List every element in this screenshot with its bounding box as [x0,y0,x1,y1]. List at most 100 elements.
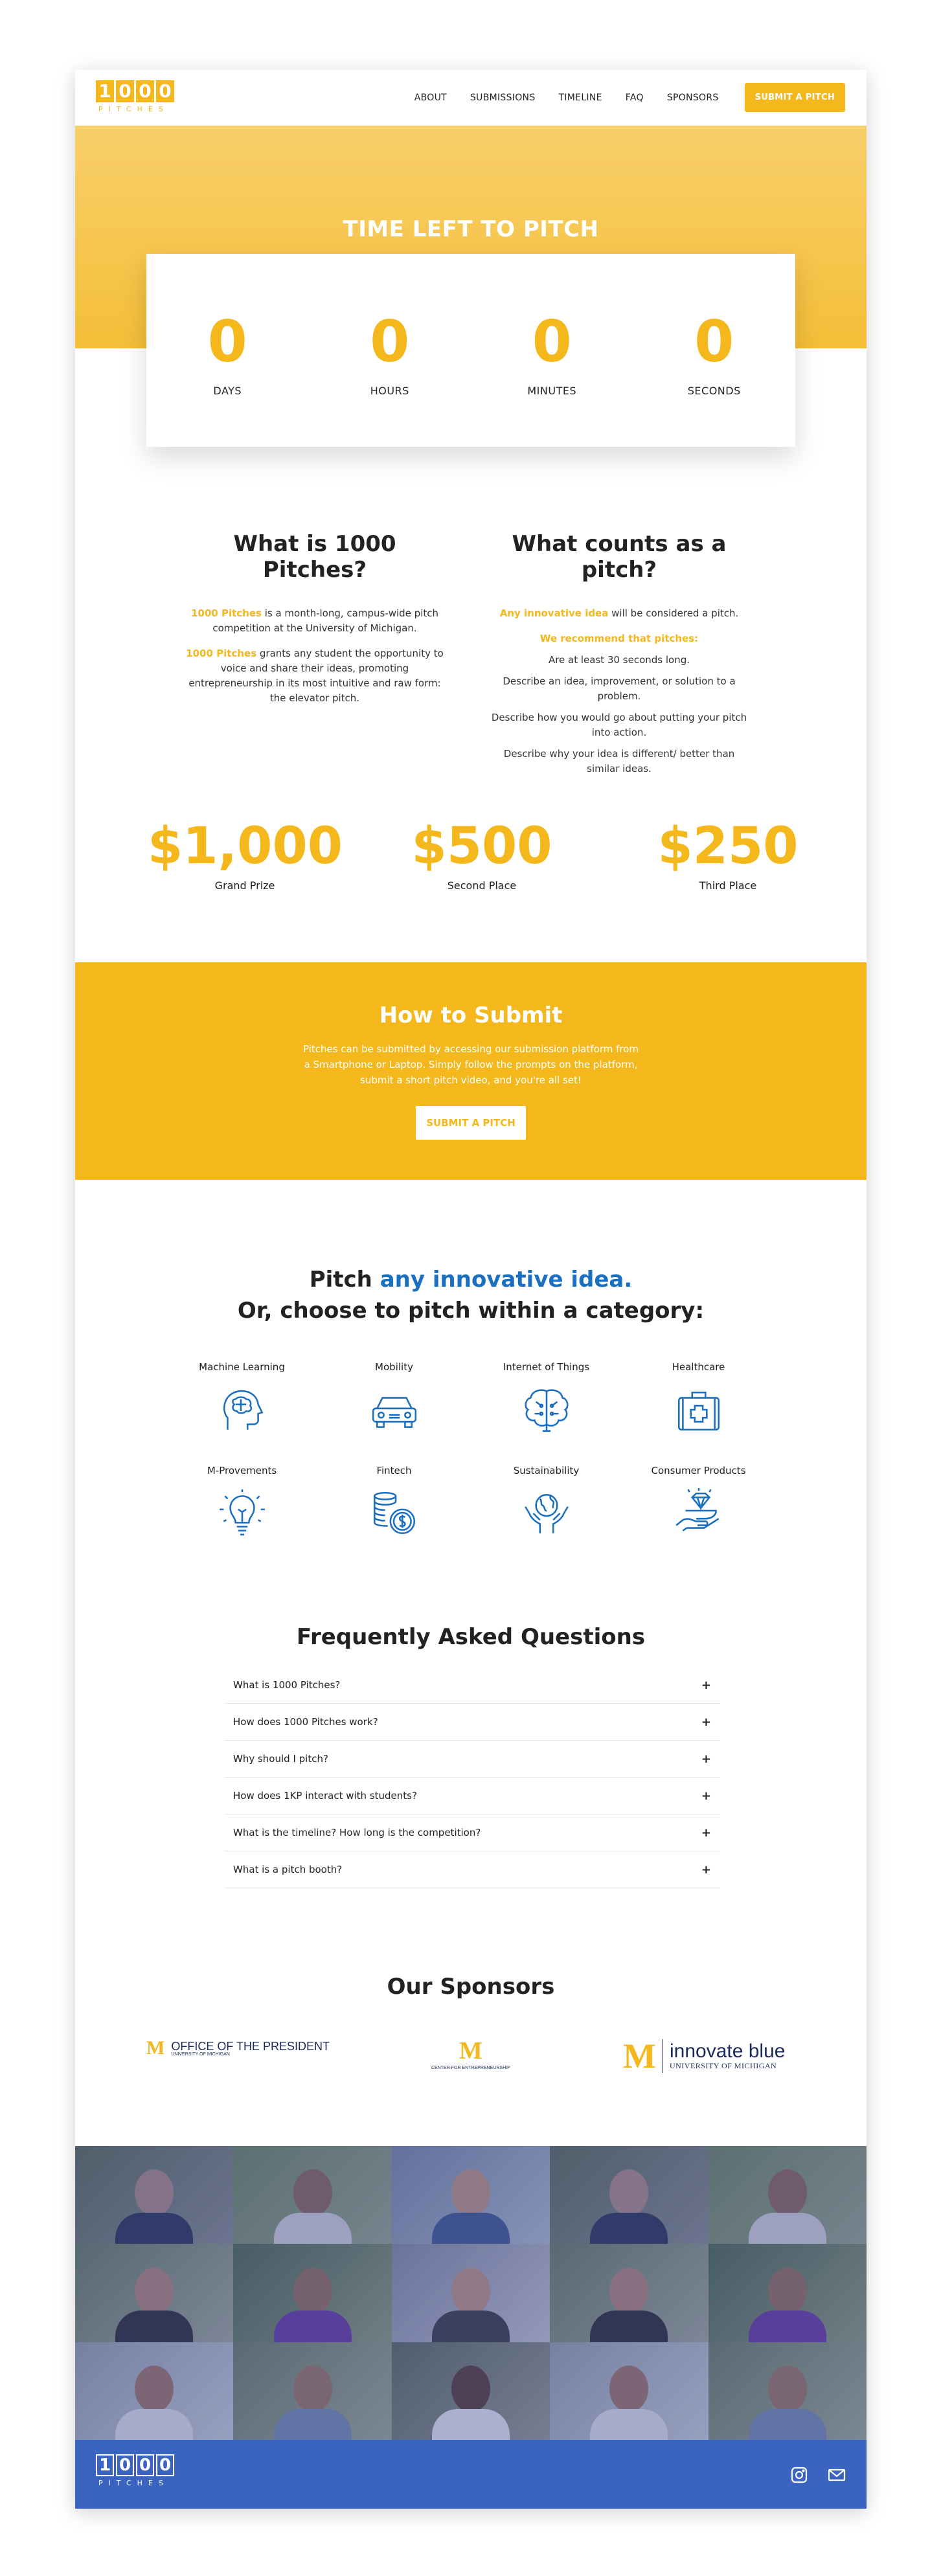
pitch-photo [75,2244,234,2342]
coins-icon [373,1491,415,1535]
category-machine-learning[interactable]: Machine Learning [166,1361,318,1439]
sponsor-innovate-blue[interactable]: M innovate blue UNIVERSITY OF MICHIGAN [623,2039,785,2073]
category-mobility[interactable]: Mobility [318,1361,470,1439]
category-m-provements[interactable]: M-Provements [166,1465,318,1542]
what-counts-column: What counts as a pitch? Any innovative i… [490,531,749,783]
category-label: M-Provements [207,1465,277,1476]
medical-kit-icon [677,1392,720,1431]
logo-digit: 0 [116,80,134,102]
submit-pitch-button-secondary[interactable]: SUBMIT A PITCH [416,1106,526,1140]
page: 1 0 0 0 PITCHES ABOUT SUBMISSIONS TIMELI… [75,70,867,2509]
sponsor-text: OFFICE OF THE PRESIDENT UNIVERSITY OF MI… [171,2040,330,2057]
countdown-label: HOURS [370,385,409,397]
submit-pitch-button[interactable]: SUBMIT A PITCH [744,83,845,112]
logo-digit: 0 [136,2454,154,2476]
what-is-paragraph-2: 1000 Pitches grants any student the oppo… [185,646,444,706]
countdown-card: 0 DAYS 0 HOURS 0 MINUTES 0 SECONDS [146,254,795,447]
countdown-value: 0 [207,308,247,375]
nav-sponsors[interactable]: SPONSORS [667,93,719,103]
sponsors-section: Our Sponsors M OFFICE OF THE PRESIDENT U… [75,1974,867,2073]
sponsor-office-of-president[interactable]: M OFFICE OF THE PRESIDENT UNIVERSITY OF … [146,2039,330,2058]
instagram-icon[interactable] [790,2466,808,2484]
nav-submissions[interactable]: SUBMISSIONS [470,93,536,103]
sponsor-subname: UNIVERSITY OF MICHIGAN [669,2061,777,2070]
pitch-photo [708,2146,867,2244]
how-title: How to Submit [379,1002,563,1028]
categories-title: Pitch any innovative idea. Or, choose to… [75,1264,867,1326]
logo[interactable]: 1 0 0 0 PITCHES [96,80,174,113]
michigan-m-logo: M [459,2037,482,2064]
category-fintech[interactable]: Fintech [318,1465,470,1542]
faq-item[interactable]: Why should I pitch? + [224,1741,720,1778]
category-label: Consumer Products [651,1465,746,1476]
recommend-item: Describe why your idea is different/ bet… [503,748,735,774]
category-label: Mobility [375,1361,413,1373]
categories-section: Pitch any innovative idea. Or, choose to… [75,1264,867,1536]
category-sustainability[interactable]: Sustainability [470,1465,622,1542]
lightbulb-icon [219,1489,265,1536]
pitch-photo [708,2244,867,2342]
plus-icon[interactable]: + [701,1789,711,1803]
prize-label: Grand Prize [214,879,275,892]
prize-amount: $250 [657,817,799,876]
faq-question: Why should I pitch? [233,1753,328,1765]
recommend-heading: We recommend that pitches: [539,633,699,644]
pitch-photo [708,2342,867,2440]
title-highlight: any innovative idea. [380,1267,633,1293]
logo-digit: 0 [136,80,154,102]
what-is-paragraph-1: 1000 Pitches is a month-long, campus-wid… [185,606,444,636]
faq-item[interactable]: How does 1KP interact with students? + [224,1778,720,1814]
faq-section: Frequently Asked Questions What is 1000 … [75,1624,867,1888]
social-icons [790,2466,846,2484]
plus-icon[interactable]: + [701,1715,711,1729]
faq-item[interactable]: What is a pitch booth? + [224,1851,720,1888]
hand-diamond-icon [675,1488,719,1531]
faq-item[interactable]: How does 1000 Pitches work? + [224,1704,720,1741]
nav-about[interactable]: ABOUT [414,93,447,103]
logo-subtitle: PITCHES [98,105,169,113]
highlight-text: 1000 Pitches [186,648,257,659]
category-label: Healthcare [672,1361,725,1373]
countdown-value: 0 [694,308,734,375]
countdown-title: TIME LEFT TO PITCH [343,216,599,242]
recommend-item: Describe an idea, improvement, or soluti… [503,675,736,702]
plus-icon[interactable]: + [701,1752,711,1766]
faq-item[interactable]: What is 1000 Pitches? + [224,1667,720,1704]
category-label: Machine Learning [199,1361,285,1373]
what-counts-paragraph: Any innovative idea will be considered a… [490,606,749,621]
sponsor-name: OFFICE OF THE PRESIDENT [171,2039,330,2053]
mail-icon[interactable] [828,2466,846,2484]
logo-digits: 1 0 0 0 [96,2454,174,2476]
what-counts-title: What counts as a pitch? [512,531,727,583]
footer-logo[interactable]: 1 0 0 0 PITCHES [96,2454,174,2487]
nav-faq[interactable]: FAQ [626,93,644,103]
nav-timeline[interactable]: TIMELINE [559,93,602,103]
pitch-photo [550,2244,709,2342]
pitch-photo [391,2146,550,2244]
plus-icon[interactable]: + [701,1826,711,1840]
sponsor-text: innovate blue UNIVERSITY OF MICHIGAN [669,2041,785,2071]
prize-amount: $500 [411,817,552,876]
prize-second: $500 Second Place [385,821,579,892]
prize-label: Third Place [699,879,757,892]
michigan-m-logo: M [146,2037,165,2059]
pitch-photo [233,2342,392,2440]
site-footer: 1 0 0 0 PITCHES [75,2440,867,2509]
faq-list: What is 1000 Pitches? + How does 1000 Pit… [224,1667,720,1888]
category-internet-of-things[interactable]: Internet of Things [470,1361,622,1439]
countdown-label: SECONDS [687,385,741,397]
sponsors-title: Our Sponsors [387,1974,555,2000]
plus-icon[interactable]: + [701,1863,711,1877]
plus-icon[interactable]: + [701,1678,711,1692]
circuit-brain-icon [524,1389,569,1432]
sponsor-center-for-entrepreneurship[interactable]: M CENTER FOR ENTREPRENEURSHIP [431,2039,510,2070]
faq-question: How does 1000 Pitches work? [233,1716,378,1728]
category-healthcare[interactable]: Healthcare [622,1361,775,1439]
category-consumer-products[interactable]: Consumer Products [622,1465,775,1542]
faq-question: What is the timeline? How long is the co… [233,1827,481,1838]
countdown-value: 0 [532,308,572,375]
logo-digit: 1 [96,2454,114,2476]
faq-item[interactable]: What is the timeline? How long is the co… [224,1814,720,1851]
main-nav: ABOUT SUBMISSIONS TIMELINE FAQ SPONSORS … [391,83,845,112]
logo-subtitle: PITCHES [98,2479,169,2487]
